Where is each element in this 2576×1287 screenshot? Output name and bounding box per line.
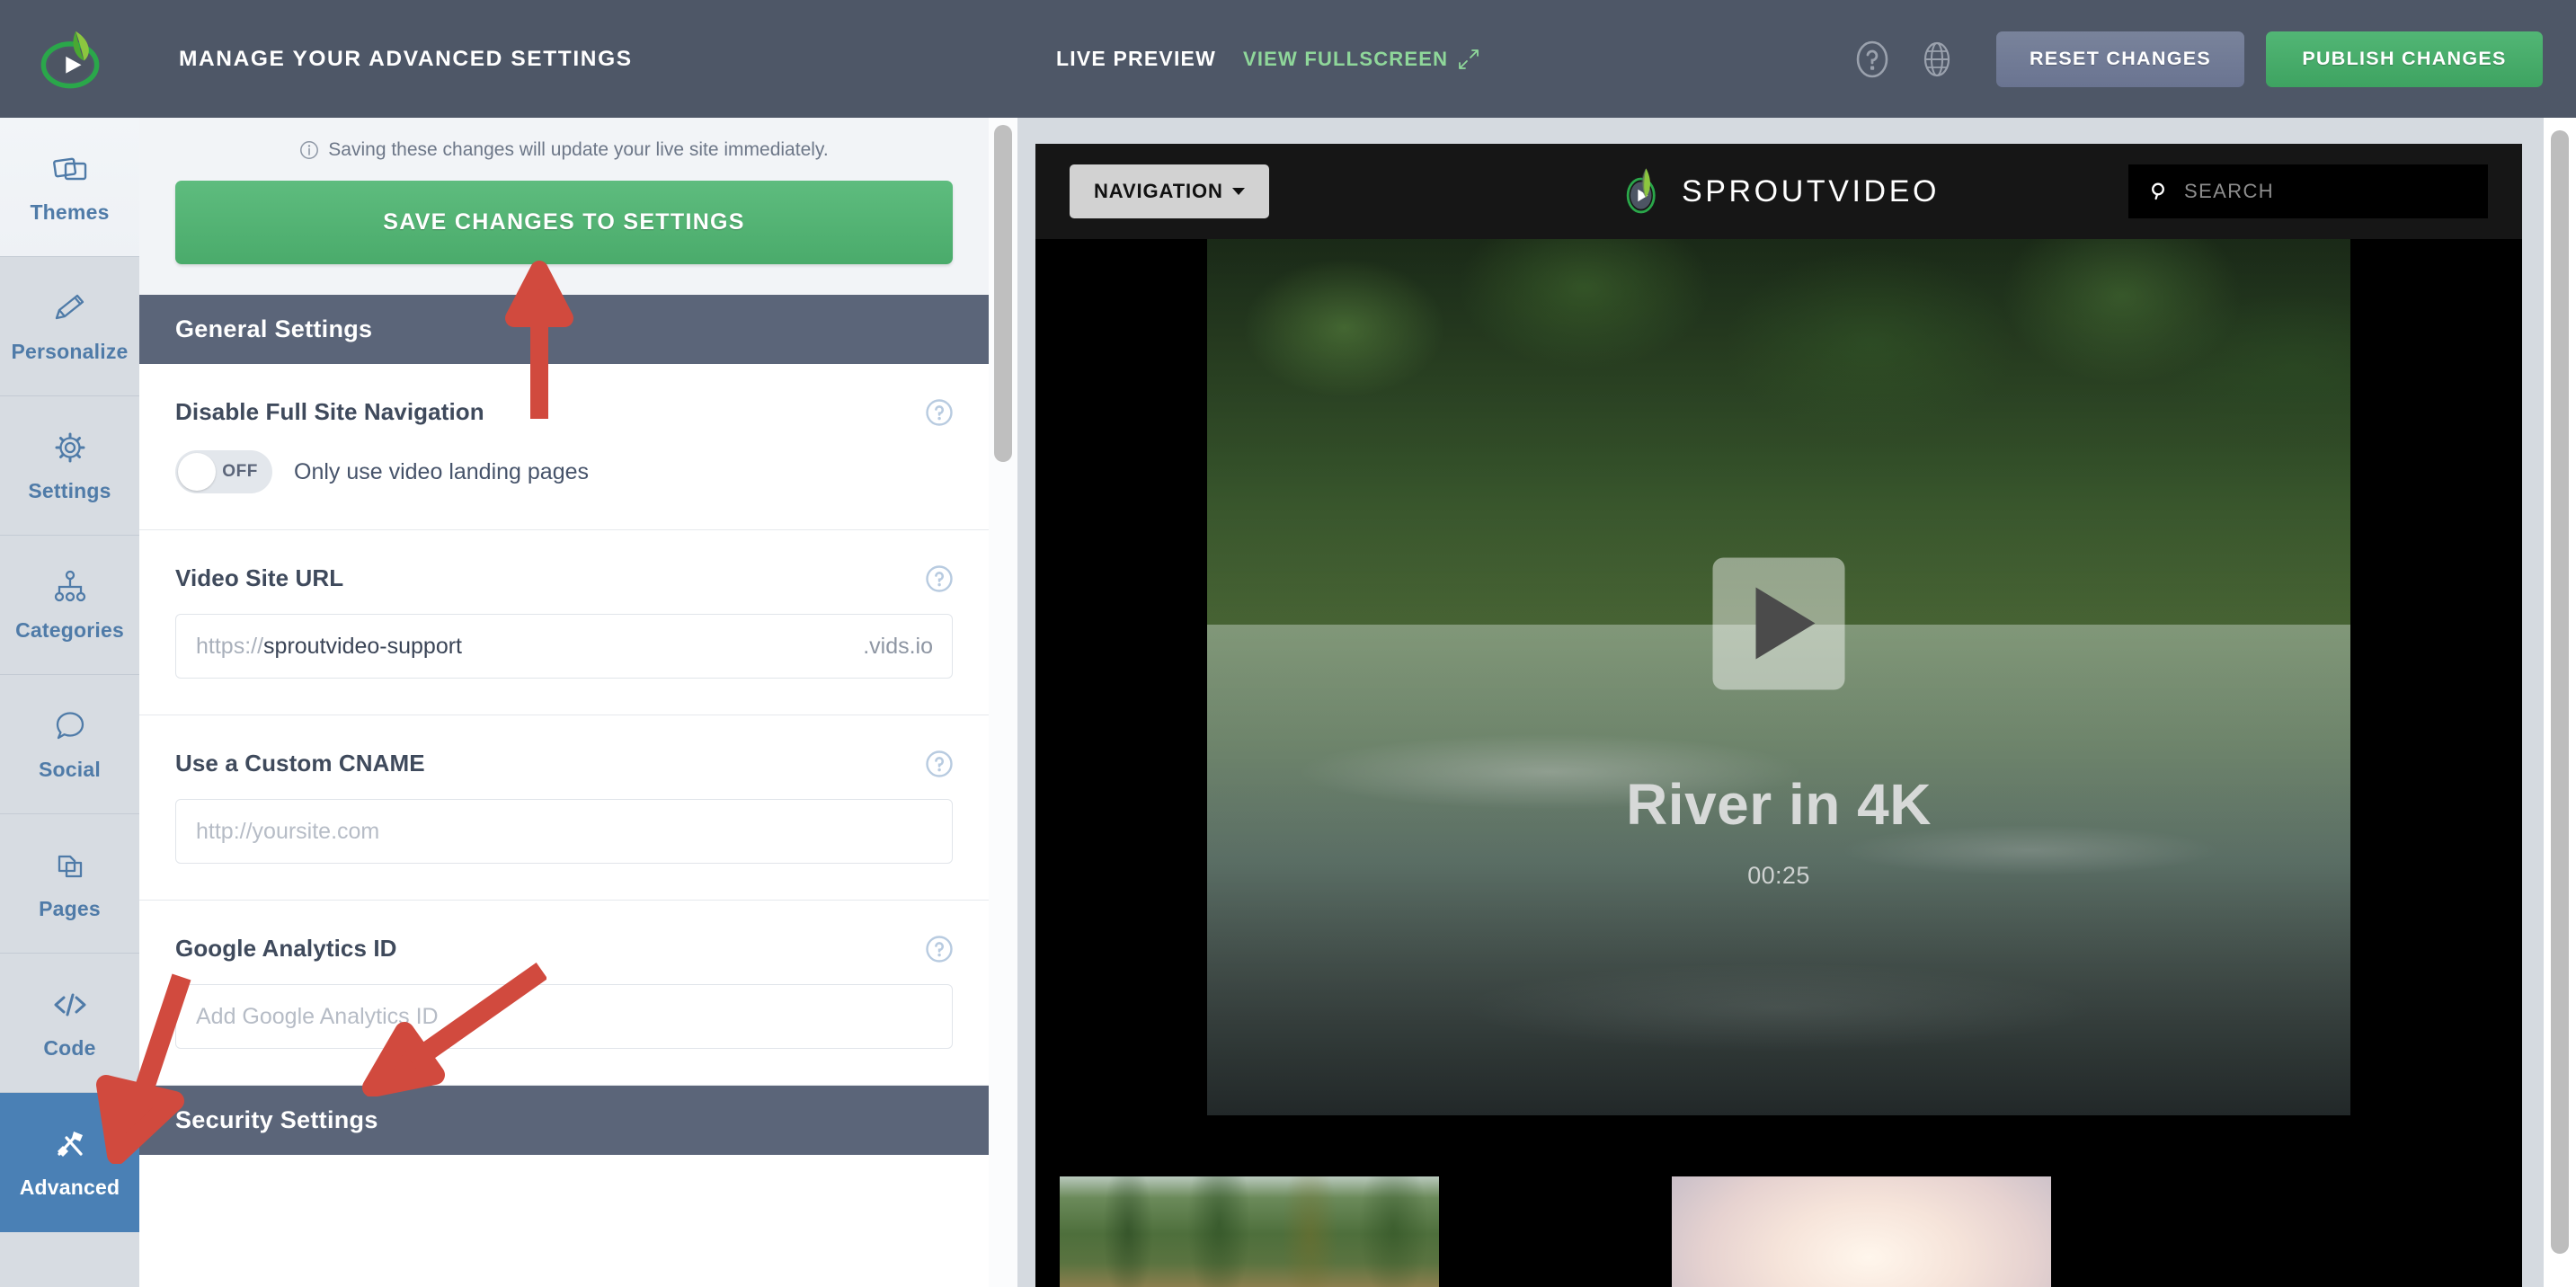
question-badge-icon[interactable] [926,750,953,777]
sidebar-item-categories[interactable]: Categories [0,536,139,675]
expand-arrows-icon [1459,49,1479,69]
sidebar-item-themes[interactable]: Themes [0,118,139,257]
code-brackets-icon [54,993,85,1016]
brand-name: SPROUTVIDEO [1681,173,1941,209]
sidebar-item-label: Themes [30,200,110,224]
video-thumbnail-row [1035,1115,2522,1287]
search-placeholder: SEARCH [2184,180,2275,202]
preview-frame: NAVIGATION SPROUTVIDEO SEARCH River in 4… [1035,144,2522,1287]
field-label: Use a Custom CNAME [175,750,425,777]
top-bar-actions: RESET CHANGES PUBLISH CHANGES [1851,31,2576,87]
panel-title: MANAGE YOUR ADVANCED SETTINGS [179,46,633,71]
live-preview-area: NAVIGATION SPROUTVIDEO SEARCH River in 4… [1017,118,2576,1287]
thumbnail-texture [1060,1176,1439,1287]
section-header-security: Security Settings [139,1086,989,1155]
scrollbar-thumb[interactable] [2551,130,2569,1254]
field-label: Video Site URL [175,564,344,591]
navigation-dropdown-button[interactable]: NAVIGATION [1070,164,1269,218]
sidebar-item-advanced[interactable]: Advanced [0,1093,139,1232]
field-custom-cname: Use a Custom CNAME [139,715,989,901]
question-badge-icon[interactable] [926,935,953,963]
top-bar: MANAGE YOUR ADVANCED SETTINGS LIVE PREVI… [0,0,2576,118]
site-search-input[interactable]: SEARCH [2128,164,2488,218]
forest-river-thumbnail[interactable] [1060,1176,1439,1287]
video-site-url-input[interactable]: https://sproutvideo-support [175,614,953,679]
question-circle-icon[interactable] [1851,38,1894,81]
toggle-description: Only use video landing pages [294,458,590,484]
save-block: Saving these changes will update your li… [139,118,989,295]
section-header-general: General Settings [139,295,989,364]
site-header: NAVIGATION SPROUTVIDEO SEARCH [1035,144,2522,239]
reset-changes-button[interactable]: RESET CHANGES [1996,31,2244,87]
themes-layers-icon [52,157,86,181]
gear-icon [55,432,84,463]
sidebar-item-label: Code [43,1036,96,1060]
scrollbar-thumb[interactable] [994,125,1012,462]
field-google-analytics-id: Google Analytics ID [139,901,989,1086]
url-scheme: https:// [196,633,264,659]
save-note-text: Saving these changes will update your li… [328,139,829,160]
settings-panel-scrollbar[interactable] [989,118,1017,1287]
sproutvideo-play-leaf-logo [1626,168,1656,214]
field-label: Disable Full Site Navigation [175,398,484,425]
sidebar-item-social[interactable]: Social [0,675,139,814]
toggle-state-label: OFF [222,462,258,481]
thumbnail-texture [1672,1176,2051,1287]
globe-icon[interactable] [1915,38,1959,81]
toggle-knob [178,453,216,491]
publish-changes-button[interactable]: PUBLISH CHANGES [2266,31,2543,87]
sidebar-item-personalize[interactable]: Personalize [0,257,139,396]
live-preview-label: LIVE PREVIEW [1056,47,1216,70]
view-fullscreen-label: VIEW FULLSCREEN [1242,47,1449,70]
site-brand: SPROUTVIDEO [1618,166,1940,217]
field-label: Google Analytics ID [175,935,397,962]
save-changes-to-settings-button[interactable]: SAVE CHANGES TO SETTINGS [175,181,953,264]
play-button[interactable] [1712,557,1845,689]
sidebar-item-label: Pages [39,897,101,920]
left-sidebar: Themes Personalize Settings Categories S… [0,118,139,1287]
live-preview-group: LIVE PREVIEW VIEW FULLSCREEN [1056,47,1479,71]
preview-scrollbar[interactable] [2544,118,2576,1287]
question-badge-icon[interactable] [926,564,953,592]
disable-nav-toggle[interactable]: OFF [175,450,272,493]
hammer-wrench-icon [57,1132,83,1157]
sidebar-item-label: Settings [28,479,111,502]
toggle-row: OFF Only use video landing pages [175,450,953,493]
caret-down-icon [1231,188,1245,195]
sidebar-item-label: Personalize [11,340,129,363]
info-circle-icon [300,141,319,159]
pencil-icon [55,294,84,320]
save-note: Saving these changes will update your li… [175,139,953,181]
google-analytics-id-input[interactable] [175,984,953,1049]
sidebar-item-label: Categories [15,618,124,642]
sidebar-item-settings[interactable]: Settings [0,396,139,536]
speech-bubble-icon [56,712,84,740]
sidebar-item-pages[interactable]: Pages [0,814,139,954]
hero-video[interactable]: River in 4K 00:25 [1035,239,2522,1115]
app-logo[interactable] [0,0,139,118]
hero-video-title: River in 4K [1626,772,1932,837]
sunset-mountain-thumbnail[interactable] [1672,1176,2051,1287]
hero-video-duration: 00:25 [1747,862,1810,889]
play-triangle-icon [1755,587,1815,660]
sproutvideo-play-leaf-logo [40,31,99,88]
field-disable-full-site-navigation: Disable Full Site Navigation OFF Only us… [139,364,989,530]
navigation-label: NAVIGATION [1094,180,1223,202]
sitemap-icon [54,570,85,602]
pages-copy-icon [58,855,82,878]
sidebar-item-label: Advanced [19,1176,120,1199]
url-suffix: .vids.io [863,633,933,659]
field-video-site-url: Video Site URL https://sproutvideo-suppo… [139,530,989,715]
question-badge-icon[interactable] [926,398,953,426]
search-icon [2152,182,2164,200]
sidebar-item-label: Social [39,758,101,781]
sidebar-item-code[interactable]: Code [0,954,139,1093]
custom-cname-input[interactable] [175,799,953,864]
url-host: sproutvideo-support [263,633,463,659]
view-fullscreen-link[interactable]: VIEW FULLSCREEN [1243,48,1479,71]
settings-panel: Saving these changes will update your li… [139,118,989,1287]
